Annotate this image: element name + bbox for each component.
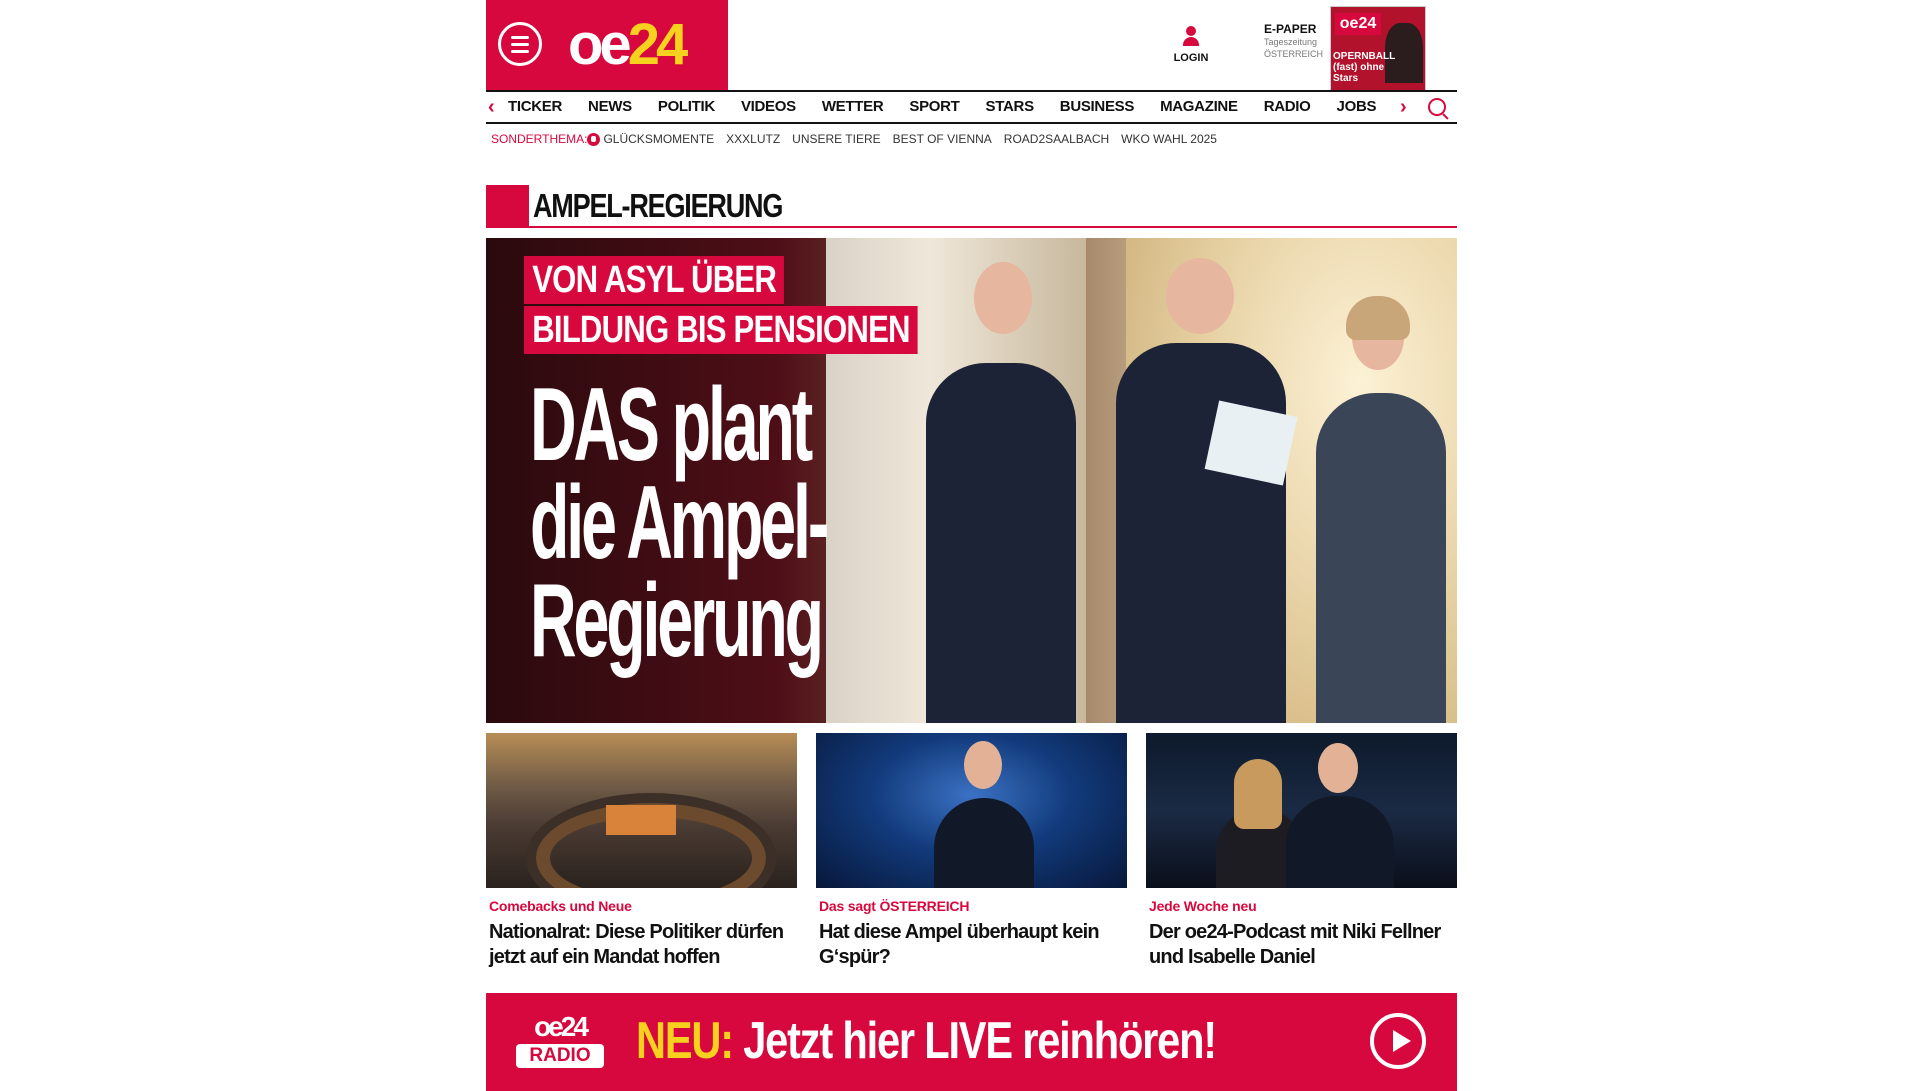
special-topic-label: SONDERTHEMA:: [491, 132, 588, 146]
article-card-3-person-right-head: [1318, 743, 1358, 793]
article-card-3[interactable]: Jede Woche neu Der oe24-Podcast mit Niki…: [1146, 733, 1457, 970]
article-card-2-kicker: Das sagt ÖSTERREICH: [819, 898, 970, 914]
login-label: LOGIN: [1173, 52, 1209, 64]
hero-headline: DAS plant die Ampel- Regierung: [530, 367, 852, 679]
hero-headline-line-1: DAS plant: [530, 367, 813, 483]
special-topic-unsere-tiere[interactable]: UNSERE TIERE: [792, 132, 880, 146]
hero-person-center-head: [1166, 258, 1234, 334]
nav-scroll-left-icon[interactable]: ‹: [488, 96, 495, 119]
section-divider: [529, 226, 1457, 228]
article-card-2[interactable]: Das sagt ÖSTERREICH Hat diese Ampel über…: [816, 733, 1127, 970]
hero-person-center: [1116, 343, 1286, 723]
hero-article[interactable]: VON ASYL ÜBER BILDUNG BIS PENSIONEN DAS …: [486, 238, 1457, 723]
section-marker: [486, 185, 529, 228]
hero-person-left-head: [974, 262, 1032, 334]
radio-logo-bottom: RADIO: [516, 1044, 604, 1068]
search-icon[interactable]: [1428, 98, 1446, 116]
site-logo[interactable]: oe24: [568, 10, 688, 80]
article-card-3-title[interactable]: Der oe24-Podcast mit Niki Fellner und Is…: [1149, 920, 1457, 970]
nav-item-videos[interactable]: VIDEOS: [741, 92, 796, 122]
epaper-link[interactable]: E-PAPER Tageszeitung ÖSTERREICH: [1264, 22, 1334, 60]
radio-logo: oe24 RADIO: [516, 1013, 604, 1068]
nav-item-magazine[interactable]: MAGAZINE: [1160, 92, 1238, 122]
article-card-3-image[interactable]: [1146, 733, 1457, 888]
article-card-2-person-head: [964, 741, 1002, 789]
hero-person-left: [926, 363, 1076, 723]
epaper-cover-thumbnail[interactable]: oe24 OPERNBALL (fast) ohne Stars: [1330, 6, 1426, 92]
radio-banner-message: Jetzt hier LIVE reinhören!: [732, 1012, 1217, 1070]
login-button[interactable]: LOGIN: [1171, 26, 1211, 64]
nav-item-sport[interactable]: SPORT: [909, 92, 959, 122]
user-icon: [1182, 26, 1200, 46]
nav-scroll-right-icon[interactable]: ›: [1400, 96, 1407, 119]
special-topics-bar: SONDERTHEMA: GLÜCKSMOMENTE XXXLUTZ UNSER…: [486, 128, 1457, 150]
epaper-cover-logo: oe24: [1335, 13, 1381, 35]
hero-kicker-line-2: BILDUNG BIS PENSIONEN: [524, 306, 918, 354]
section-header: AMPEL-REGIERUNG: [486, 183, 1457, 229]
nav-item-news[interactable]: NEWS: [588, 92, 632, 122]
main-navigation: ‹ TICKER NEWS POLITIK VIDEOS WETTER SPOR…: [486, 90, 1457, 124]
parliament-podium: [606, 805, 676, 835]
nav-item-politik[interactable]: POLITIK: [658, 92, 715, 122]
nav-item-wetter[interactable]: WETTER: [822, 92, 884, 122]
heart-badge-icon: [587, 132, 601, 146]
special-topic-road2saalbach[interactable]: ROAD2SAALBACH: [1004, 132, 1109, 146]
article-card-2-image[interactable]: [816, 733, 1127, 888]
special-topic-best-of-vienna[interactable]: BEST OF VIENNA: [893, 132, 992, 146]
epaper-subtitle-2: ÖSTERREICH: [1264, 49, 1324, 59]
nav-item-radio[interactable]: RADIO: [1264, 92, 1311, 122]
hamburger-menu-icon[interactable]: [498, 22, 542, 66]
article-card-2-person: [934, 798, 1034, 888]
special-topic-wko-wahl[interactable]: WKO WAHL 2025: [1121, 132, 1217, 146]
nav-item-stars[interactable]: STARS: [986, 92, 1035, 122]
special-topic-xxxlutz[interactable]: XXXLUTZ: [726, 132, 780, 146]
play-icon[interactable]: [1370, 1013, 1426, 1069]
article-card-3-person-left-hair: [1234, 759, 1282, 829]
radio-banner-text: NEU: Jetzt hier LIVE reinhören!: [636, 1012, 1217, 1070]
special-topic-gluecksmomente[interactable]: GLÜCKSMOMENTE: [603, 132, 714, 146]
section-title[interactable]: AMPEL-REGIERUNG: [533, 183, 783, 229]
article-card-1-kicker: Comebacks und Neue: [489, 898, 632, 914]
article-card-3-person-right: [1286, 796, 1394, 888]
hero-person-right: [1316, 393, 1446, 723]
radio-live-banner[interactable]: oe24 RADIO NEU: Jetzt hier LIVE reinhöre…: [486, 993, 1457, 1091]
nav-item-jobs[interactable]: JOBS: [1337, 92, 1377, 122]
radio-logo-top: oe24: [534, 1011, 589, 1042]
radio-banner-new-label: NEU:: [636, 1012, 734, 1070]
article-card-1[interactable]: Comebacks und Neue Nationalrat: Diese Po…: [486, 733, 797, 970]
article-card-2-title[interactable]: Hat diese Ampel überhaupt kein G‘spür?: [819, 920, 1127, 970]
hero-headline-line-3: Regierung: [530, 563, 824, 679]
hero-kicker-line-1: VON ASYL ÜBER: [524, 256, 785, 304]
nav-item-business[interactable]: BUSINESS: [1060, 92, 1135, 122]
epaper-title: E-PAPER: [1264, 22, 1317, 36]
article-card-1-image[interactable]: [486, 733, 797, 888]
epaper-subtitle-1: Tageszeitung: [1264, 37, 1318, 47]
brand-header: oe24: [486, 0, 728, 90]
nav-item-ticker[interactable]: TICKER: [508, 92, 562, 122]
hero-headline-line-2: die Ampel-: [530, 465, 829, 581]
article-card-3-kicker: Jede Woche neu: [1149, 898, 1257, 914]
epaper-cover-headline: OPERNBALL (fast) ohne Stars: [1333, 51, 1396, 84]
article-card-1-title[interactable]: Nationalrat: Diese Politiker dürfen jetz…: [489, 920, 797, 970]
